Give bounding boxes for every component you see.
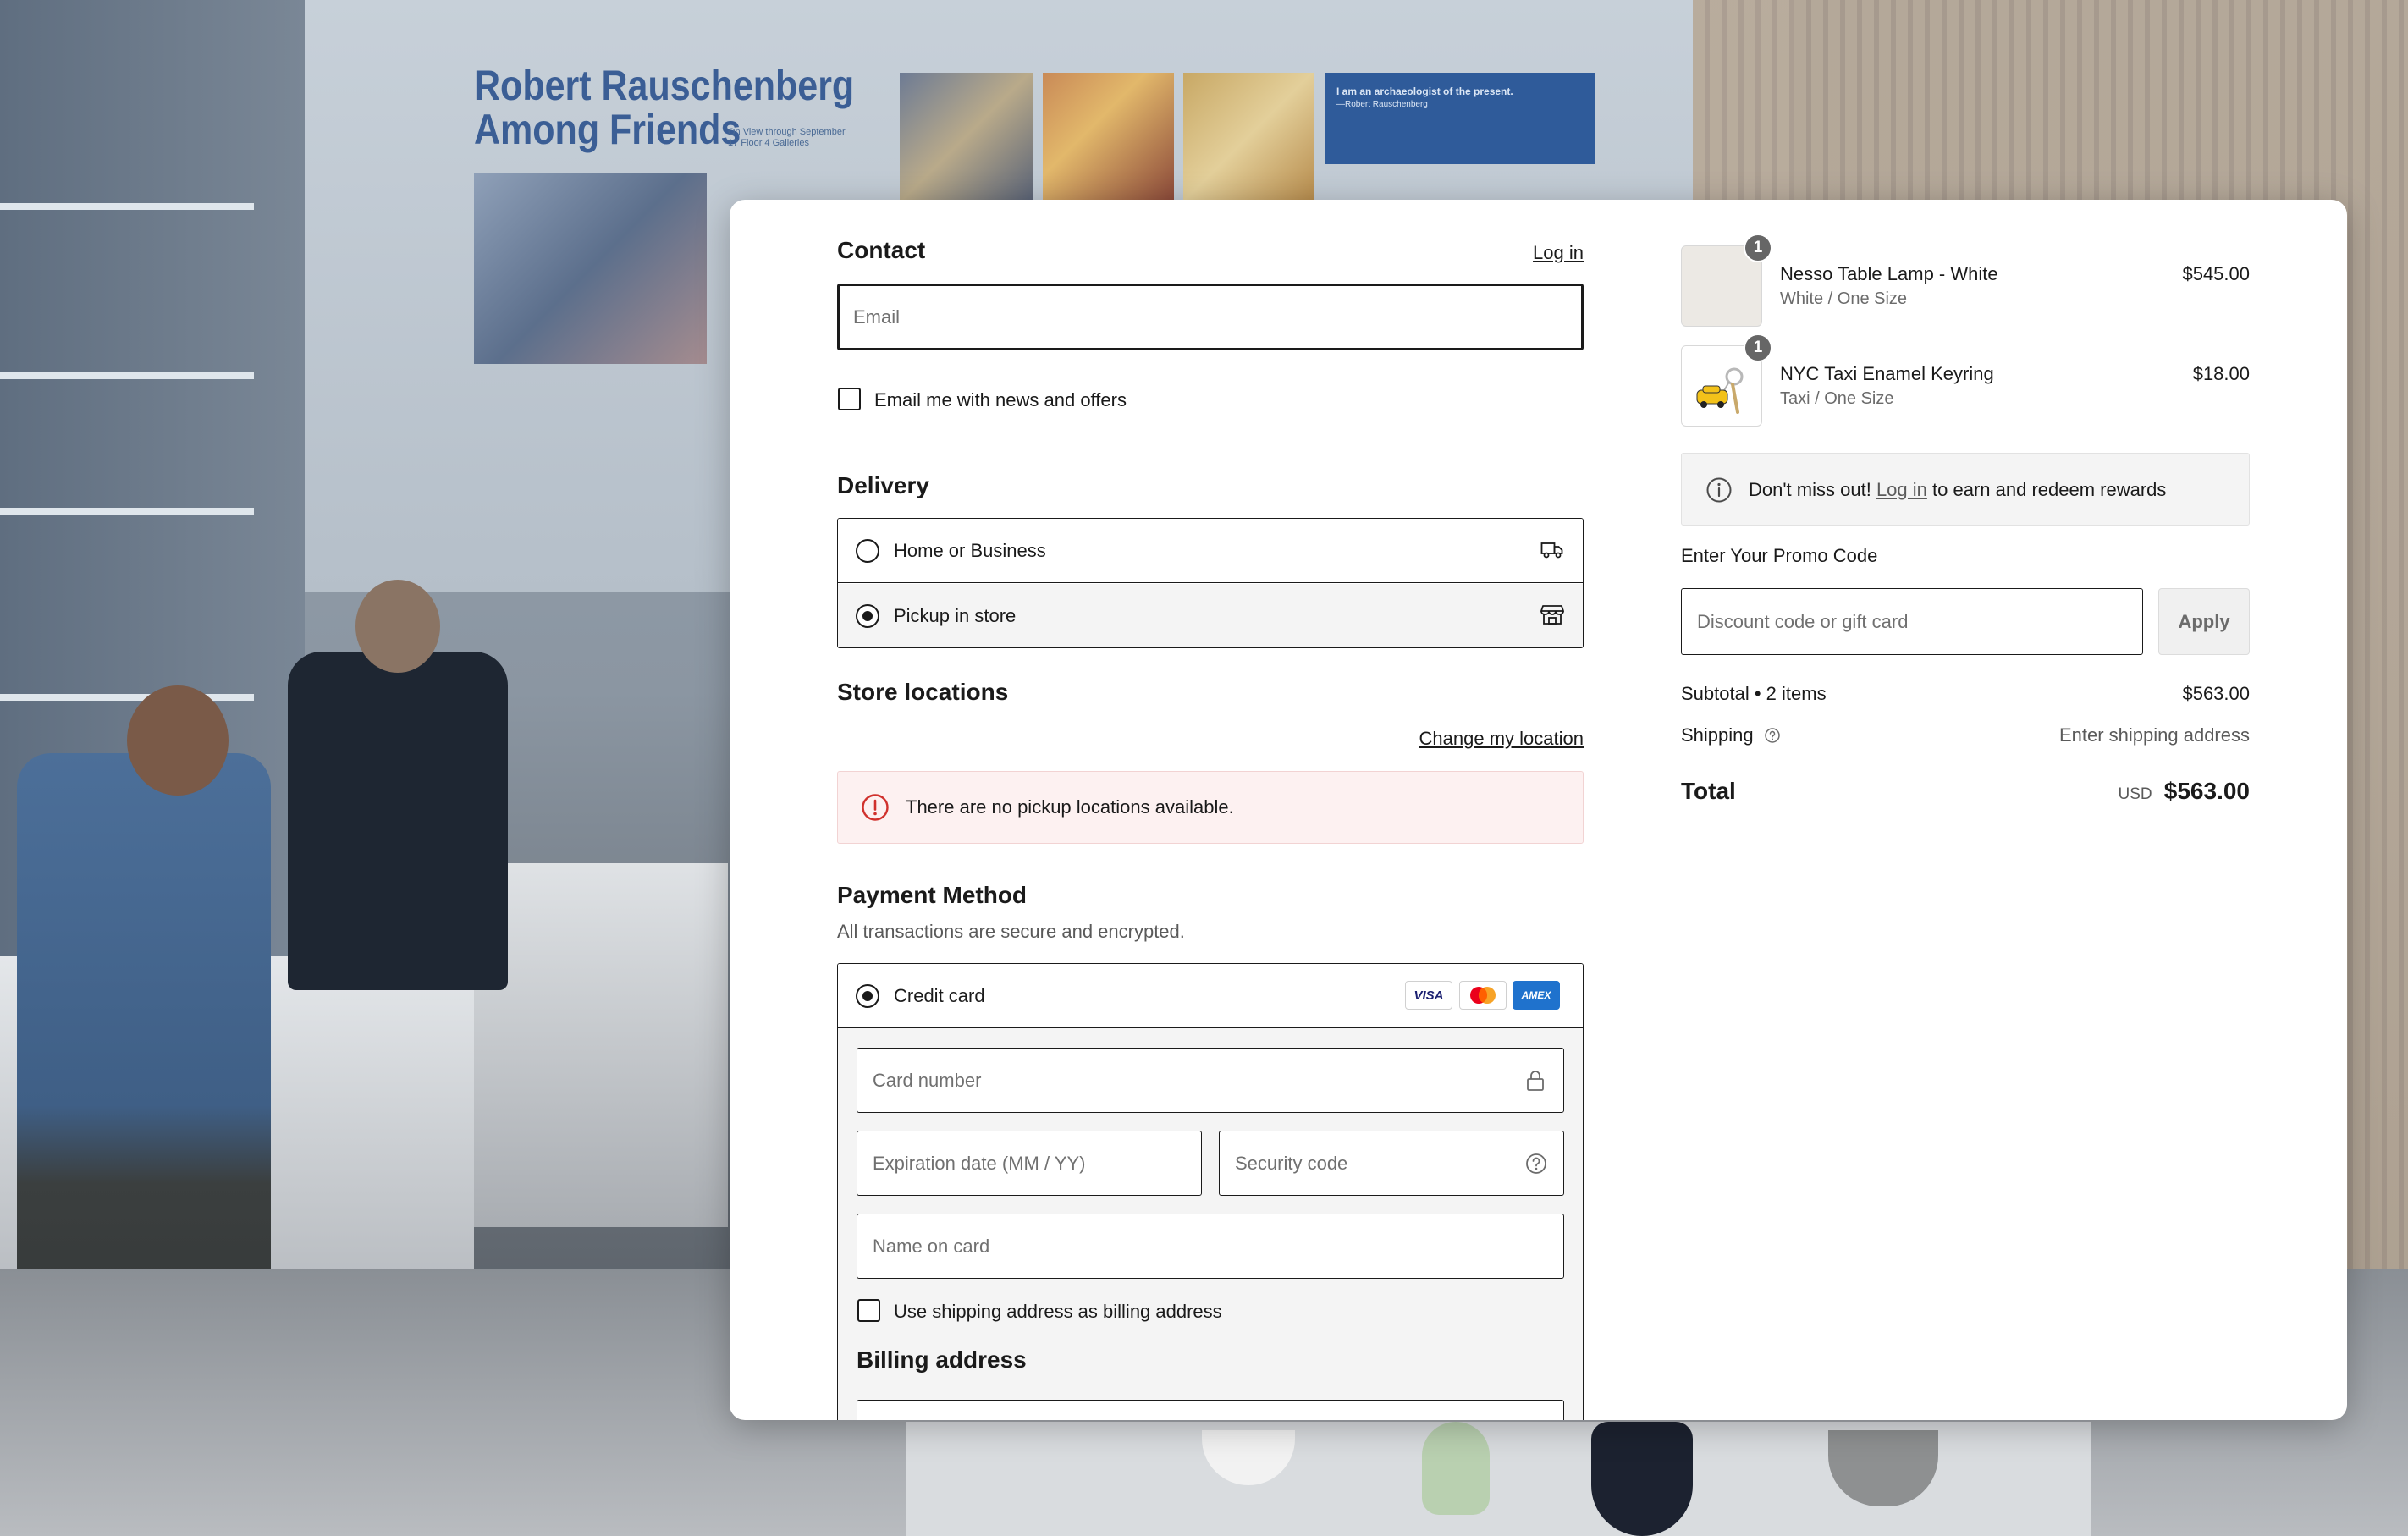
- delivery-option-pickup[interactable]: Pickup in store: [838, 584, 1583, 647]
- name-on-card-input[interactable]: [857, 1214, 1564, 1279]
- collage-image: [1183, 73, 1314, 200]
- shipping-value: Enter shipping address: [2058, 724, 2250, 746]
- pickup-label: Pickup in store: [894, 605, 1017, 626]
- contact-title: Contact: [837, 237, 926, 263]
- shopper-head: [355, 580, 440, 673]
- item-name: Nesso Table Lamp - White: [1780, 263, 1998, 284]
- total-value: $563.00: [2163, 778, 2250, 804]
- store-icon: [1540, 605, 1564, 625]
- rewards-suffix: to earn and redeem rewards: [1932, 479, 2167, 500]
- payment-subtitle: All transactions are secure and encrypte…: [837, 921, 1185, 942]
- rewards-banner: Don't miss out! Log in to earn and redee…: [1681, 453, 2250, 526]
- shelf: [0, 694, 254, 701]
- change-location-link[interactable]: Change my location: [1419, 728, 1584, 750]
- exhibition-banner-subtitle: On View through September 17 Floor 4 Gal…: [728, 127, 846, 148]
- mastercard-logo: [1470, 987, 1496, 1004]
- billing-same-checkbox[interactable]: [857, 1299, 880, 1322]
- item-price: $545.00: [2182, 263, 2250, 284]
- shipping-label-text: Shipping: [1681, 724, 1754, 746]
- email-input[interactable]: [837, 284, 1584, 350]
- billing-address-title: Billing address: [857, 1346, 1027, 1373]
- checkout-panel: Contact Log in Email me with news and of…: [730, 200, 2347, 1420]
- collage-image: [1043, 73, 1174, 200]
- shopper-head: [127, 685, 229, 796]
- subtotal-label: Subtotal • 2 items: [1681, 683, 1827, 704]
- apply-button[interactable]: Apply: [2158, 588, 2250, 655]
- display-table: [474, 863, 728, 1227]
- credit-card-option: Credit card VISA AMEX Card number Expira…: [837, 963, 1584, 1420]
- help-circle-icon[interactable]: [1525, 1153, 1547, 1175]
- shipping-help-icon[interactable]: [1764, 727, 1781, 744]
- promo-code-input[interactable]: [1681, 588, 2143, 655]
- newsletter-label: Email me with news and offers: [874, 389, 1127, 410]
- promo-label: Enter Your Promo Code: [1681, 545, 1878, 566]
- country-select[interactable]: [857, 1400, 1564, 1420]
- alert-message: There are no pickup locations available.: [906, 796, 1234, 818]
- vase: [1422, 1422, 1490, 1515]
- card-number-input[interactable]: [857, 1048, 1564, 1113]
- vase: [1591, 1422, 1693, 1536]
- delivery-title: Delivery: [837, 472, 929, 498]
- delivery-option-home[interactable]: Home or Business: [838, 519, 1583, 583]
- quantity-badge: 1: [1744, 234, 1772, 262]
- no-locations-alert: There are no pickup locations available.: [837, 771, 1584, 844]
- shopper-figure: [288, 652, 508, 990]
- credit-card-radio[interactable]: [856, 984, 879, 1008]
- info-icon: [1706, 477, 1732, 503]
- mastercard-icon: [1459, 981, 1507, 1010]
- rewards-text: Don't miss out! Log in to earn and redee…: [1749, 479, 2166, 501]
- quantity-badge: 1: [1744, 333, 1772, 362]
- poster-wall: [474, 173, 707, 364]
- item-price: $18.00: [2192, 363, 2250, 384]
- lock-icon: [1527, 1071, 1544, 1091]
- shelf: [0, 508, 254, 515]
- amex-icon: AMEX: [1513, 981, 1560, 1010]
- total-amount: USD $563.00: [2119, 778, 2250, 805]
- credit-card-header[interactable]: Credit card VISA AMEX: [838, 964, 1583, 1028]
- delivery-options: Home or Business Pickup in store: [837, 518, 1584, 648]
- item-variant: White / One Size: [1780, 289, 1908, 308]
- billing-same-label: Use shipping address as billing address: [894, 1301, 1222, 1322]
- shelf: [0, 203, 254, 210]
- collage-image: [900, 73, 1033, 200]
- item-name: NYC Taxi Enamel Keyring: [1780, 363, 1994, 384]
- rewards-login-link[interactable]: Log in: [1876, 479, 1927, 500]
- rewards-prefix: Don't miss out!: [1749, 479, 1871, 500]
- alert-circle-icon: [862, 794, 889, 821]
- currency-code: USD: [2118, 785, 2152, 803]
- login-link[interactable]: Log in: [1533, 242, 1584, 264]
- security-code-input[interactable]: [1219, 1131, 1564, 1196]
- item-variant: Taxi / One Size: [1780, 389, 1894, 408]
- home-radio[interactable]: [856, 539, 879, 563]
- shelf: [0, 372, 254, 379]
- shipping-label: Shipping: [1681, 724, 1781, 746]
- home-label: Home or Business: [894, 540, 1046, 561]
- payment-title: Payment Method: [837, 882, 1028, 908]
- credit-card-label: Credit card: [894, 985, 985, 1006]
- exhibition-quote: I am an archaeologist of the present. —R…: [1325, 73, 1595, 164]
- subtotal-value: $563.00: [2182, 683, 2250, 704]
- store-locations-title: Store locations: [837, 679, 1009, 705]
- checkout-form: Contact Log in Email me with news and of…: [837, 200, 1584, 1420]
- visa-icon: VISA: [1405, 981, 1452, 1010]
- pickup-radio[interactable]: [856, 604, 879, 628]
- total-label: Total: [1681, 778, 1736, 804]
- newsletter-checkbox[interactable]: [838, 388, 861, 410]
- truck-icon: [1540, 542, 1563, 559]
- expiration-input[interactable]: [857, 1131, 1202, 1196]
